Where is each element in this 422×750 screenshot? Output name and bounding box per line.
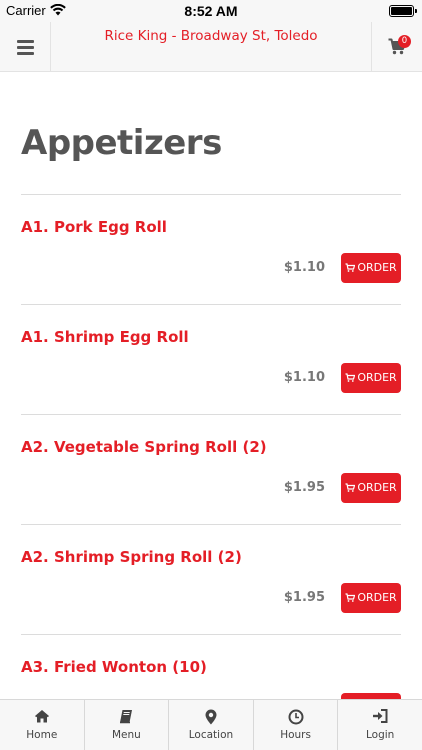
section-title: Appetizers xyxy=(21,123,222,163)
status-bar: Carrier 8:52 AM xyxy=(0,0,422,22)
cart-count-badge: 0 xyxy=(398,35,411,48)
item-name[interactable]: A1. Shrimp Egg Roll xyxy=(21,328,189,346)
tab-label: Hours xyxy=(280,729,311,741)
cart-icon xyxy=(345,483,356,492)
tab-label: Home xyxy=(26,729,58,741)
item-name[interactable]: A3. Fried Wonton (10) xyxy=(21,658,207,676)
map-pin-icon xyxy=(205,709,217,725)
order-label: ORDER xyxy=(357,591,397,604)
battery-icon xyxy=(389,5,417,17)
item-price: $1.95 xyxy=(283,590,325,605)
cart-button[interactable]: 0 xyxy=(371,22,422,72)
cart-icon xyxy=(345,593,356,602)
sign-in-icon xyxy=(373,709,388,723)
hamburger-menu-button[interactable] xyxy=(0,22,51,72)
order-button[interactable]: ORDER xyxy=(341,583,401,613)
tab-label: Location xyxy=(188,729,234,741)
menu-content[interactable]: Appetizers A1. Pork Egg Roll $1.10 ORDER… xyxy=(0,73,422,699)
tab-label: Login xyxy=(366,729,395,741)
tab-location[interactable]: Location xyxy=(169,700,254,750)
menu-item[interactable]: A2. Shrimp Spring Roll (2) $1.95 ORDER xyxy=(21,525,401,635)
book-icon xyxy=(120,710,133,724)
order-button[interactable]: ORDER xyxy=(341,253,401,283)
order-label: ORDER xyxy=(357,261,397,274)
menu-item[interactable]: A3. Fried Wonton (10) ORDER xyxy=(21,635,401,699)
order-button[interactable]: ORDER xyxy=(341,363,401,393)
item-name[interactable]: A1. Pork Egg Roll xyxy=(21,218,167,236)
menu-item[interactable]: A1. Shrimp Egg Roll $1.10 ORDER xyxy=(21,305,401,415)
item-price: $1.10 xyxy=(283,370,325,385)
status-time: 8:52 AM xyxy=(184,3,238,19)
tab-home[interactable]: Home xyxy=(0,700,85,750)
item-name[interactable]: A2. Vegetable Spring Roll (2) xyxy=(21,438,267,456)
item-name[interactable]: A2. Shrimp Spring Roll (2) xyxy=(21,548,242,566)
bottom-tab-bar: Home Menu Location Hours Login xyxy=(0,699,422,750)
clock-icon xyxy=(288,709,304,725)
cart-icon xyxy=(345,373,356,382)
item-price: $1.10 xyxy=(283,260,325,275)
tab-label: Menu xyxy=(111,729,141,741)
order-button[interactable]: ORDER xyxy=(341,473,401,503)
restaurant-title: Rice King - Broadway St, Toledo xyxy=(104,28,318,44)
order-label: ORDER xyxy=(357,481,397,494)
tab-menu[interactable]: Menu xyxy=(85,700,170,750)
tab-hours[interactable]: Hours xyxy=(254,700,339,750)
tab-login[interactable]: Login xyxy=(338,700,422,750)
cart-icon xyxy=(345,263,356,272)
app-header: Rice King - Broadway St, Toledo 0 xyxy=(0,22,422,72)
item-price: $1.95 xyxy=(283,480,325,495)
order-label: ORDER xyxy=(357,371,397,384)
home-icon xyxy=(34,710,49,723)
menu-item[interactable]: A1. Pork Egg Roll $1.10 ORDER xyxy=(21,195,401,305)
menu-item[interactable]: A2. Vegetable Spring Roll (2) $1.95 ORDE… xyxy=(21,415,401,525)
